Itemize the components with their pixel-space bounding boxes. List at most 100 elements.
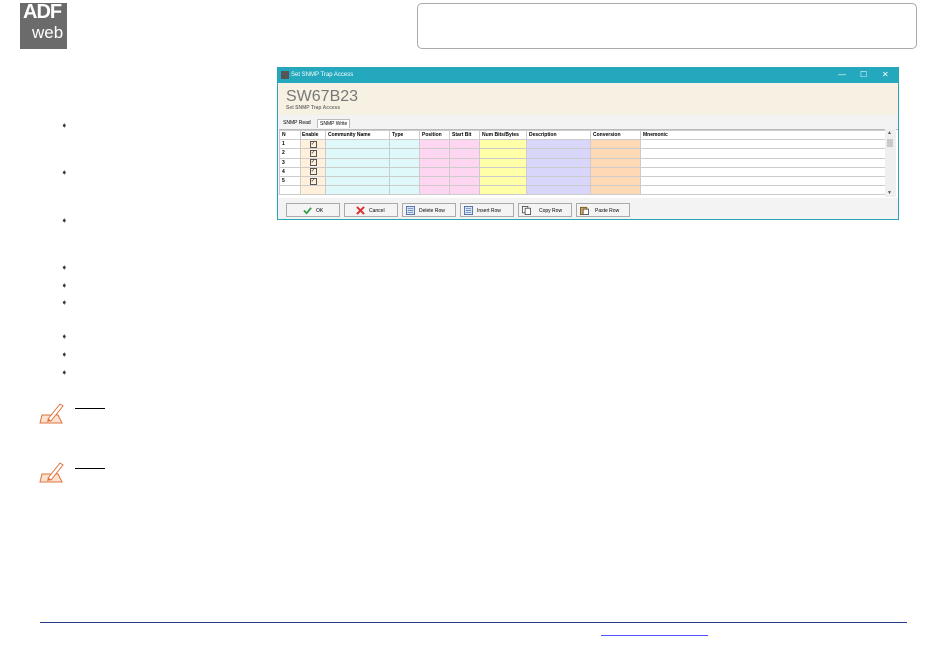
start-bit-cell[interactable]	[449, 175, 480, 187]
mnemonic-cell[interactable]	[640, 166, 887, 177]
note-underline	[75, 468, 105, 469]
num-bits-cell[interactable]	[479, 139, 527, 150]
enable-cell: ✓	[300, 175, 326, 187]
col-header-mnemonic[interactable]: Mnemonic	[640, 129, 887, 141]
enable-checkbox[interactable]: ✓	[309, 177, 317, 185]
copy-icon	[522, 206, 531, 215]
insert-row-button[interactable]: Insert Row	[460, 203, 514, 217]
position-cell[interactable]	[419, 157, 450, 168]
app-icon	[281, 71, 289, 79]
conversion-cell[interactable]	[590, 139, 641, 150]
num-bits-cell[interactable]	[479, 157, 527, 168]
start-bit-cell[interactable]	[449, 139, 480, 150]
position-cell[interactable]	[419, 175, 450, 187]
col-header-start-bit[interactable]: Start Bit	[449, 129, 480, 141]
copy-row-button[interactable]: Copy Row	[518, 203, 572, 217]
description-cell[interactable]	[526, 175, 591, 187]
scroll-up-icon[interactable]: ▲	[887, 130, 892, 136]
bullet-icon: ➧	[61, 168, 68, 177]
enable-cell: ✓	[300, 148, 326, 159]
col-header-description[interactable]: Description	[526, 129, 591, 141]
num-bits-cell[interactable]	[479, 175, 527, 187]
mnemonic-cell[interactable]	[640, 157, 887, 168]
bullet-icon: ➧	[61, 263, 68, 272]
scroll-down-icon[interactable]: ▼	[887, 190, 892, 196]
scroll-thumb[interactable]	[887, 139, 893, 147]
enable-cell: ✓	[300, 166, 326, 177]
col-header-n[interactable]: N	[279, 129, 301, 141]
logo-text-top: ADF	[23, 1, 62, 23]
row-number: 3	[279, 157, 301, 168]
bullet-icon: ➧	[61, 350, 68, 359]
community-cell[interactable]	[325, 157, 390, 168]
enable-checkbox[interactable]: ✓	[309, 159, 317, 167]
table-scrollbar[interactable]: ▲ ▼	[885, 129, 896, 197]
close-icon[interactable]: ✕	[882, 70, 889, 79]
description-cell[interactable]	[526, 157, 591, 168]
table-row: 5 ✓	[279, 175, 887, 187]
window-titlebar: Set SNMP Trap Access — ☐ ✕	[278, 68, 898, 83]
note-underline	[75, 408, 105, 409]
col-header-conversion[interactable]: Conversion	[590, 129, 641, 141]
paste-icon	[580, 206, 589, 215]
table-row: 3 ✓	[279, 157, 887, 168]
col-header-num-bits[interactable]: Num Bits/Bytes	[479, 129, 527, 141]
enable-checkbox[interactable]: ✓	[309, 140, 317, 148]
row-number: 1	[279, 139, 301, 150]
delete-row-icon	[406, 206, 415, 215]
type-cell[interactable]	[389, 139, 420, 150]
start-bit-cell[interactable]	[449, 157, 480, 168]
community-cell[interactable]	[325, 166, 390, 177]
description-cell[interactable]	[526, 139, 591, 150]
cancel-button[interactable]: Cancel	[344, 203, 398, 217]
mnemonic-cell[interactable]	[640, 175, 887, 187]
community-cell[interactable]	[325, 139, 390, 150]
start-bit-cell[interactable]	[449, 166, 480, 177]
type-cell[interactable]	[389, 148, 420, 159]
mnemonic-cell[interactable]	[640, 148, 887, 159]
col-header-enable[interactable]: Enable	[300, 129, 326, 141]
snmp-trap-window: Set SNMP Trap Access — ☐ ✕ SW67B23 Set S…	[277, 67, 899, 220]
cross-icon	[356, 206, 365, 215]
tab-snmp-write[interactable]: SNMP Write	[317, 119, 351, 128]
position-cell[interactable]	[419, 166, 450, 177]
tab-snmp-read[interactable]: SNMP Read	[281, 119, 313, 127]
ok-button[interactable]: OK	[286, 203, 340, 217]
col-header-community[interactable]: Community Name	[325, 129, 390, 141]
maximize-icon[interactable]: ☐	[860, 70, 867, 79]
paste-row-button[interactable]: Paste Row	[576, 203, 630, 217]
col-header-type[interactable]: Type	[389, 129, 420, 141]
type-cell[interactable]	[389, 166, 420, 177]
row-number: 4	[279, 166, 301, 177]
conversion-cell[interactable]	[590, 157, 641, 168]
insert-row-icon	[464, 206, 473, 215]
start-bit-cell[interactable]	[449, 148, 480, 159]
position-cell[interactable]	[419, 148, 450, 159]
conversion-cell[interactable]	[590, 166, 641, 177]
mnemonic-cell[interactable]	[640, 139, 887, 150]
note-pencil-icon	[39, 403, 64, 424]
conversion-cell[interactable]	[590, 175, 641, 187]
enable-cell: ✓	[300, 157, 326, 168]
minimize-icon[interactable]: —	[838, 70, 846, 79]
description-cell[interactable]	[526, 166, 591, 177]
community-cell[interactable]	[325, 148, 390, 159]
table-row: 2 ✓	[279, 148, 887, 159]
row-number: 5	[279, 175, 301, 187]
logo-text-bottom: web	[32, 23, 64, 42]
description-cell[interactable]	[526, 148, 591, 159]
bullet-icon: ➧	[61, 216, 68, 225]
bullet-icon: ➧	[61, 368, 68, 377]
num-bits-cell[interactable]	[479, 166, 527, 177]
conversion-cell[interactable]	[590, 148, 641, 159]
community-cell[interactable]	[325, 175, 390, 187]
enable-checkbox[interactable]: ✓	[309, 168, 317, 176]
type-cell[interactable]	[389, 157, 420, 168]
type-cell[interactable]	[389, 175, 420, 187]
enable-checkbox[interactable]: ✓	[309, 149, 317, 157]
num-bits-cell[interactable]	[479, 148, 527, 159]
position-cell[interactable]	[419, 139, 450, 150]
footer-link[interactable]	[601, 627, 708, 636]
col-header-position[interactable]: Position	[419, 129, 450, 141]
delete-row-button[interactable]: Delete Row	[402, 203, 456, 217]
